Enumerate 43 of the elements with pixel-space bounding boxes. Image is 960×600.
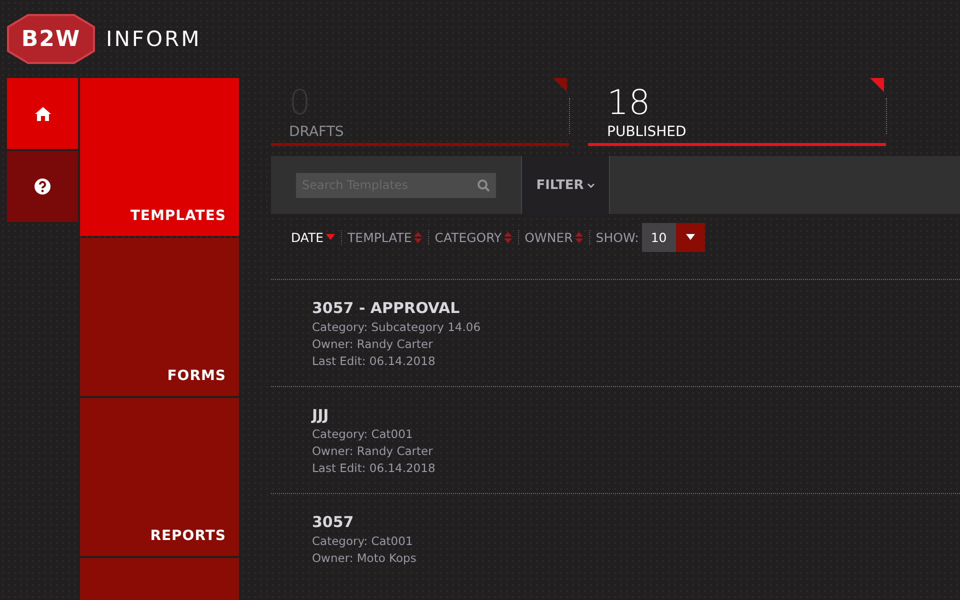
template-detail: Category: Cat001 <box>312 426 414 443</box>
dotted-divider <box>569 98 570 134</box>
stat-label: PUBLISHED <box>607 124 688 140</box>
sort-option[interactable]: CATEGORY <box>434 230 519 244</box>
sort-option[interactable]: TEMPLATE <box>348 230 429 244</box>
sort-icon <box>504 232 512 242</box>
template-title[interactable]: 3057 <box>312 513 960 531</box>
template-detail: Owner: Moto Kops <box>312 550 418 567</box>
sort-icon <box>414 232 422 242</box>
chevron-down-icon <box>586 182 595 188</box>
caret-down-icon <box>686 234 695 240</box>
search-icon <box>477 178 490 192</box>
page-size-value: 10 <box>642 222 676 252</box>
stat-tab[interactable]: 18 PUBLISHED <box>588 78 886 146</box>
template-title[interactable]: 3057 - APPROVAL <box>312 299 960 317</box>
template-detail: Last Edit: 06.14.2018 <box>312 460 436 477</box>
corner-marker <box>553 78 567 92</box>
nav-tile[interactable]: TEMPLATES <box>80 78 239 236</box>
sort-icon <box>574 232 583 242</box>
template-title[interactable]: JJJ <box>312 406 960 424</box>
logo: B2W <box>6 13 96 65</box>
nav-tile[interactable]: REPORTS <box>80 398 239 556</box>
app-title: INFORM <box>106 27 202 51</box>
page-size-dropdown-button[interactable] <box>676 222 705 252</box>
nav-tile[interactable]: FORMS <box>80 238 239 396</box>
corner-marker <box>870 78 884 92</box>
template-detail: Category: Subcategory 14.06 <box>312 319 482 336</box>
home-button[interactable] <box>7 78 78 149</box>
template-detail: Last Edit: 06.14.2018 <box>312 353 436 370</box>
template-detail: Owner: Randy Carter <box>312 336 434 353</box>
sort-down-icon <box>326 234 335 240</box>
stat-label: DRAFTS <box>289 124 345 140</box>
template-detail: Category: Cat001 <box>312 533 414 550</box>
sort-option[interactable]: OWNER <box>524 230 590 244</box>
filter-button[interactable]: FILTER <box>522 156 610 214</box>
dotted-divider <box>886 98 887 134</box>
home-icon <box>34 106 52 122</box>
sort-option[interactable]: DATE <box>291 230 342 244</box>
stat-count: 18 <box>607 86 652 120</box>
show-label: SHOW: <box>596 230 639 244</box>
template-detail: Owner: Randy Carter <box>312 443 434 460</box>
help-button[interactable] <box>7 151 78 222</box>
help-icon <box>34 178 51 195</box>
